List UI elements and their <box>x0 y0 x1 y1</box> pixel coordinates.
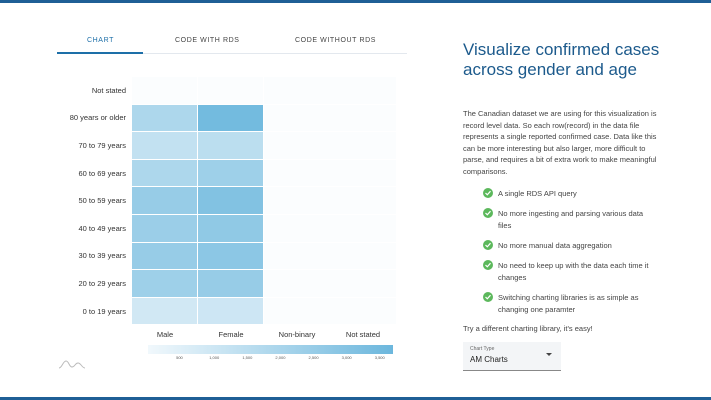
legend-tick-label: 2,500 <box>308 355 319 360</box>
legend-tick-label: 1,500 <box>242 355 253 360</box>
feature-text: Switching charting libraries is as simpl… <box>498 293 639 314</box>
heatmap-cell[interactable] <box>264 297 330 325</box>
heatmap-cell[interactable] <box>330 159 396 187</box>
x-axis-label: Non-binary <box>278 330 316 340</box>
y-axis-label: 40 to 49 years <box>78 223 126 233</box>
check-circle-icon <box>483 260 493 270</box>
heatmap-cell[interactable] <box>132 270 197 297</box>
heatmap-cell[interactable] <box>198 77 263 104</box>
x-axis-label: Female <box>218 330 244 340</box>
y-axis-label: 50 to 59 years <box>78 196 126 206</box>
heatmap-cell[interactable] <box>330 270 396 297</box>
heatmap-cell[interactable] <box>132 159 197 187</box>
heatmap-cell[interactable] <box>198 297 263 325</box>
check-circle-icon <box>483 240 493 250</box>
y-axis-label: 30 to 39 years <box>78 251 126 261</box>
heatmap-cell[interactable] <box>264 77 330 104</box>
heatmap-cell[interactable] <box>330 297 396 325</box>
heatmap-cell[interactable] <box>330 187 396 214</box>
try-library-text: Try a different charting library, it's e… <box>463 324 593 333</box>
heatmap-cell[interactable] <box>132 132 197 159</box>
y-axis-label: 80 years or older <box>69 113 126 123</box>
x-axis-label: Male <box>156 330 174 340</box>
heatmap-cell[interactable] <box>198 104 263 132</box>
legend-tick-label: 3,000 <box>341 355 352 360</box>
check-circle-icon <box>483 188 493 198</box>
heatmap-cell[interactable] <box>330 242 396 270</box>
legend-tick-label: 3,500 <box>374 355 385 360</box>
heatmap-cell[interactable] <box>330 77 396 104</box>
heatmap-cell[interactable] <box>330 215 396 242</box>
heatmap-cell[interactable] <box>264 132 330 159</box>
heatmap-cell[interactable] <box>198 159 263 187</box>
heatmap-cell[interactable] <box>132 104 197 132</box>
amcharts-logo-icon <box>58 360 86 369</box>
legend-tick-label: 2,000 <box>275 355 286 360</box>
legend-tick-label: 500 <box>176 355 183 360</box>
heatmap-cell[interactable] <box>198 132 263 159</box>
heatmap-cell[interactable] <box>132 297 197 325</box>
chart-type-select[interactable]: Chart Type AM Charts <box>463 342 561 371</box>
chevron-down-icon <box>546 353 552 356</box>
heatmap-cell[interactable] <box>132 215 197 242</box>
heatmap-cell[interactable] <box>198 270 263 297</box>
x-axis-label: Not stated <box>345 330 381 340</box>
heatmap-cell[interactable] <box>264 270 330 297</box>
y-axis-label: 0 to 19 years <box>82 306 126 316</box>
heatmap-cell[interactable] <box>198 242 263 270</box>
y-axis-label: 60 to 69 years <box>78 168 126 178</box>
section-title: Visualize confirmed cases across gender … <box>463 40 660 79</box>
heatmap-cell[interactable] <box>132 77 197 104</box>
heatmap-cell[interactable] <box>264 104 330 132</box>
heatmap-cell[interactable] <box>264 215 330 242</box>
heatmap-cell[interactable] <box>264 187 330 214</box>
heatmap-cell[interactable] <box>132 242 197 270</box>
heatmap-cell[interactable] <box>198 187 263 214</box>
check-circle-icon <box>483 208 493 218</box>
check-circle-icon <box>483 292 493 302</box>
heatmap-cell[interactable] <box>132 187 197 214</box>
heatmap-cell[interactable] <box>264 159 330 187</box>
select-label: Chart Type <box>470 346 495 352</box>
heatmap-cell[interactable] <box>330 104 396 132</box>
feature-text: No need to keep up with the data each ti… <box>498 261 649 282</box>
select-value: AM Charts <box>470 355 508 364</box>
heatmap-cell[interactable] <box>198 215 263 242</box>
feature-text: No more manual data aggregation <box>498 241 612 250</box>
legend-tick-label: 1,000 <box>209 355 220 360</box>
feature-text: No more ingesting and parsing various da… <box>498 209 644 230</box>
feature-text: A single RDS API query <box>498 189 577 198</box>
y-axis-label: 70 to 79 years <box>78 141 126 150</box>
y-axis-label: 20 to 29 years <box>78 279 126 288</box>
color-legend-bar <box>148 345 393 354</box>
heatmap-cell[interactable] <box>264 242 330 270</box>
heatmap-cell[interactable] <box>330 132 396 159</box>
section-description: The Canadian dataset we are using for th… <box>463 109 657 176</box>
y-axis-label: Not stated <box>91 85 126 95</box>
